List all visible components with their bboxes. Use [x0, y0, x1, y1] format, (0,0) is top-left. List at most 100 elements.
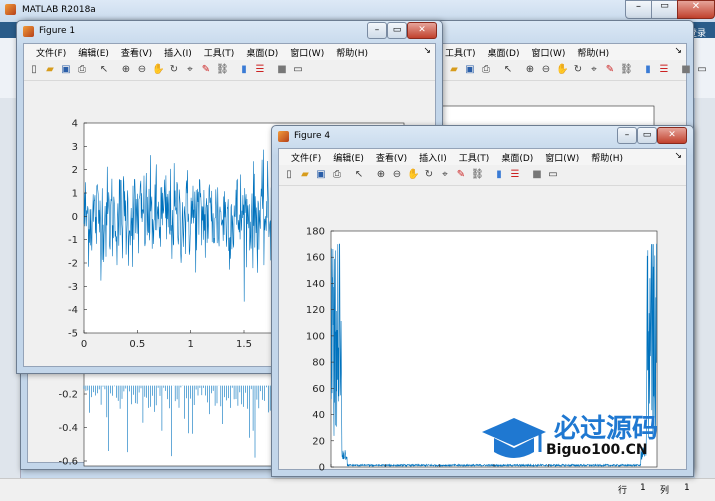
y-tick-label: 1 — [72, 189, 78, 200]
figure4-minimize-button[interactable]: – — [617, 127, 637, 144]
zoom-in-icon[interactable]: ⊕ — [375, 169, 387, 181]
main-maximize-button[interactable]: ▭ — [651, 0, 678, 19]
main-minimize-button[interactable]: – — [625, 0, 652, 19]
y-tick-label: 60 — [312, 384, 325, 395]
zoom-out-icon[interactable]: ⊖ — [136, 64, 148, 76]
menu-dock-arrow-icon[interactable]: ↘ — [423, 46, 431, 56]
pan-icon[interactable]: ✋ — [152, 64, 164, 76]
figure1-titlebar[interactable]: Figure 1 – ▭ ✕ — [17, 21, 442, 43]
hide-plot-tools-icon[interactable]: ■ — [680, 64, 692, 76]
figure4-titlebar[interactable]: Figure 4 – ▭ ✕ — [272, 126, 693, 148]
open-folder-icon[interactable]: ▰ — [448, 64, 460, 76]
y-tick-label: -0.6 — [58, 457, 78, 468]
zoom-out-icon[interactable]: ⊖ — [540, 64, 552, 76]
show-plot-tools-icon[interactable]: ▭ — [292, 64, 304, 76]
pointer-icon[interactable]: ↖ — [353, 169, 365, 181]
menu-item[interactable]: 插入(I) — [419, 151, 447, 164]
brush-icon[interactable]: ✎ — [604, 64, 616, 76]
pan-icon[interactable]: ✋ — [407, 169, 419, 181]
brush-icon[interactable]: ✎ — [455, 169, 467, 181]
menu-item[interactable]: 查看(V) — [376, 151, 407, 164]
figure-matlab-icon — [23, 26, 34, 37]
menu-item[interactable]: 帮助(H) — [591, 151, 623, 164]
legend-icon[interactable]: ☰ — [658, 64, 670, 76]
save-icon[interactable]: ▣ — [60, 64, 72, 76]
y-tick-label: 0 — [72, 212, 78, 223]
link-icon[interactable]: ⛓ — [471, 169, 484, 181]
rotate-icon[interactable]: ↻ — [423, 169, 435, 181]
x-tick-label: 1.5 — [236, 339, 252, 350]
pointer-icon[interactable]: ↖ — [98, 64, 110, 76]
colorbar-icon[interactable]: ▮ — [493, 169, 505, 181]
figure1-title: Figure 1 — [39, 26, 76, 36]
status-col-label: 列 — [660, 486, 670, 496]
menu-item[interactable]: 窗口(W) — [290, 46, 324, 59]
hide-plot-tools-icon[interactable]: ■ — [531, 169, 543, 181]
link-icon[interactable]: ⛓ — [216, 64, 229, 76]
main-close-button[interactable]: ✕ — [677, 0, 715, 19]
print-icon[interactable]: ⎙ — [331, 169, 343, 181]
zoom-out-icon[interactable]: ⊖ — [391, 169, 403, 181]
new-file-icon[interactable]: ▯ — [28, 64, 40, 76]
menu-dock-arrow-icon[interactable]: ↘ — [674, 151, 682, 161]
print-icon[interactable]: ⎙ — [480, 64, 492, 76]
menu-item[interactable]: 帮助(H) — [577, 46, 609, 59]
y-tick-label: -3 — [68, 282, 78, 293]
open-folder-icon[interactable]: ▰ — [299, 169, 311, 181]
figure4-maximize-button[interactable]: ▭ — [637, 127, 657, 144]
brush-icon[interactable]: ✎ — [200, 64, 212, 76]
menu-item[interactable]: 编辑(E) — [333, 151, 364, 164]
data-cursor-icon[interactable]: ⌖ — [588, 64, 600, 76]
colorbar-icon[interactable]: ▮ — [642, 64, 654, 76]
menu-item[interactable]: 查看(V) — [121, 46, 152, 59]
y-tick-label: 4 — [72, 119, 78, 130]
figure1-close-button[interactable]: ✕ — [407, 22, 437, 39]
menu-item[interactable]: 工具(T) — [459, 151, 490, 164]
y-tick-label: -5 — [68, 329, 78, 340]
figure4-menubar: 文件(F) 编辑(E) 查看(V) 插入(I) 工具(T) 桌面(D) 窗口(W) 帮助(H)… — [279, 149, 686, 165]
menu-item[interactable]: 文件(F) — [36, 46, 66, 59]
figure1-menubar: 文件(F) 编辑(E) 查看(V) 插入(I) 工具(T) 桌面(D) 窗口(W) 帮助(H)… — [24, 44, 435, 60]
show-plot-tools-icon[interactable]: ▭ — [696, 64, 708, 76]
rotate-icon[interactable]: ↻ — [572, 64, 584, 76]
menu-item[interactable]: 帮助(H) — [336, 46, 368, 59]
menu-item[interactable]: 插入(I) — [164, 46, 192, 59]
zoom-in-icon[interactable]: ⊕ — [524, 64, 536, 76]
menu-item[interactable]: 桌面(D) — [488, 46, 520, 59]
figure1-minimize-button[interactable]: – — [367, 22, 387, 39]
pan-icon[interactable]: ✋ — [556, 64, 568, 76]
pointer-icon[interactable]: ↖ — [502, 64, 514, 76]
menu-item[interactable]: 文件(F) — [291, 151, 321, 164]
save-icon[interactable]: ▣ — [464, 64, 476, 76]
legend-icon[interactable]: ☰ — [509, 169, 521, 181]
colorbar-icon[interactable]: ▮ — [238, 64, 250, 76]
data-cursor-icon[interactable]: ⌖ — [439, 169, 451, 181]
zoom-in-icon[interactable]: ⊕ — [120, 64, 132, 76]
print-icon[interactable]: ⎙ — [76, 64, 88, 76]
menu-item[interactable]: 编辑(E) — [78, 46, 109, 59]
menu-item[interactable]: 桌面(D) — [246, 46, 278, 59]
legend-icon[interactable]: ☰ — [254, 64, 266, 76]
figure1-maximize-button[interactable]: ▭ — [387, 22, 407, 39]
menu-item[interactable]: 桌面(D) — [501, 151, 533, 164]
figure-matlab-icon — [278, 131, 289, 142]
menu-item[interactable]: 工具(T) — [204, 46, 235, 59]
show-plot-tools-icon[interactable]: ▭ — [547, 169, 559, 181]
menu-item[interactable]: 窗口(W) — [545, 151, 579, 164]
y-tick-label: 160 — [306, 253, 325, 264]
save-icon[interactable]: ▣ — [315, 169, 327, 181]
menu-item[interactable]: 窗口(W) — [531, 46, 565, 59]
menu-dock-arrow-icon[interactable]: ↘ — [674, 46, 682, 56]
figure4-title: Figure 4 — [294, 131, 331, 141]
hide-plot-tools-icon[interactable]: ■ — [276, 64, 288, 76]
menu-item[interactable]: 工具(T) — [445, 46, 476, 59]
data-cursor-icon[interactable]: ⌖ — [184, 64, 196, 76]
graduation-cap-icon — [482, 418, 546, 458]
figure4-close-button[interactable]: ✕ — [657, 127, 687, 144]
link-icon[interactable]: ⛓ — [620, 64, 633, 76]
rotate-icon[interactable]: ↻ — [168, 64, 180, 76]
open-folder-icon[interactable]: ▰ — [44, 64, 56, 76]
y-tick-label: 40 — [312, 410, 325, 421]
new-file-icon[interactable]: ▯ — [283, 169, 295, 181]
y-tick-label: -4 — [68, 305, 78, 316]
